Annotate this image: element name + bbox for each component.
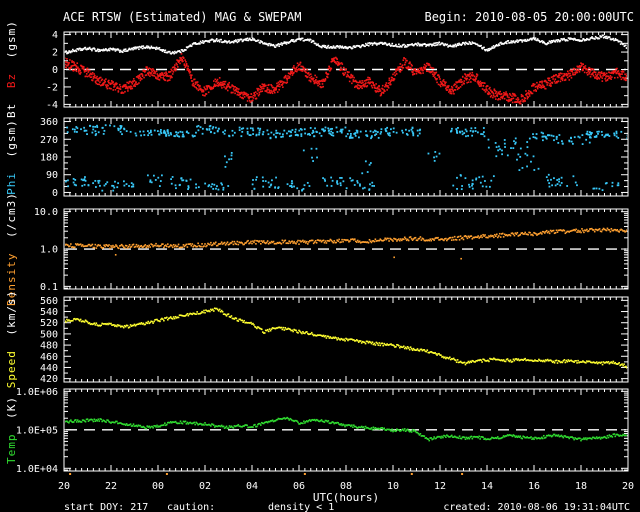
series-speed-points [65, 307, 627, 369]
series-phi-points [65, 124, 627, 192]
footer-caution-label: caution: [167, 502, 215, 512]
x-tick-label: 06 [293, 481, 305, 492]
y-axis-label-part: (gsm) [5, 119, 18, 157]
ace-rtsw-plot-window: ACE RTSW (Estimated) MAG & SWEPAM Begin:… [0, 0, 640, 512]
ace-rtsw-chart: ACE RTSW (Estimated) MAG & SWEPAM Begin:… [5, 10, 634, 512]
x-tick-label: 20 [58, 481, 70, 492]
y-axis-label-part: Bt [5, 103, 18, 118]
x-tick-label: 00 [152, 481, 164, 492]
y-axis-label-part: (gsm) [5, 20, 18, 58]
y-axis-label-part: Phi [5, 172, 18, 195]
y-tick-label: -2 [46, 82, 58, 93]
x-tick-label: 10 [387, 481, 399, 492]
footer-start-doy: start DOY: 217 [64, 502, 148, 512]
y-tick-label: 1.0E+06 [16, 387, 58, 398]
panel-temp: 1.0E+06 1.0E+05 1.0E+04 [16, 387, 629, 475]
panel-bt-bz: 4 2 0 -2 -4 [46, 30, 629, 111]
panel-frame [63, 117, 629, 197]
y-tick-label: 360 [40, 117, 58, 128]
y-tick-label: 90 [46, 170, 58, 181]
caution-mark-dot [461, 473, 464, 475]
y-axis-label-part: (km/s) [5, 290, 18, 336]
panel-density: 10.0 1.0 0.1 [34, 207, 629, 293]
y-tick-label: 1.0E+05 [16, 425, 58, 436]
y-axis-label-part: Temp [5, 434, 18, 465]
footer-caution-value: density < 1 [268, 502, 334, 512]
footer-created-timestamp: created: 2010-08-06 19:31:04UTC [443, 502, 630, 512]
y-tick-label: 500 [40, 329, 58, 340]
y-tick-label: 420 [40, 374, 58, 385]
y-tick-label: 440 [40, 363, 58, 374]
x-tick-label: 12 [434, 481, 446, 492]
y-tick-label: 10.0 [34, 207, 58, 218]
x-tick-label: 22 [105, 481, 117, 492]
y-tick-label: 480 [40, 341, 58, 352]
caution-mark-dot [165, 473, 168, 475]
page-title: ACE RTSW (Estimated) MAG & SWEPAM [63, 10, 301, 24]
y-axis-label-part: Bz [5, 73, 18, 88]
y-axis-label-phi: Phi (gsm) [5, 119, 18, 195]
y-axis-label-part: Speed [5, 350, 18, 388]
x-tick-label: 20 [622, 481, 634, 492]
y-axis-label-density: Density (/cm3) [5, 192, 18, 306]
x-tick-label: 18 [575, 481, 587, 492]
y-tick-label: 1.0 [40, 245, 58, 256]
y-axis-label-part: (/cm3) [5, 192, 18, 238]
y-axis-label-speed: Speed (km/s) [5, 290, 18, 389]
y-tick-label: 520 [40, 318, 58, 329]
x-tick-label: 02 [199, 481, 211, 492]
series-density-points [65, 227, 627, 260]
caution-marks [69, 473, 464, 475]
y-tick-label: 180 [40, 153, 58, 164]
y-tick-label: -4 [46, 100, 58, 111]
panel-ticks [64, 297, 628, 382]
y-tick-label: 1.0E+04 [16, 464, 58, 475]
x-tick-label: 16 [528, 481, 540, 492]
caution-mark-dot [410, 473, 413, 475]
panel-frame [63, 296, 629, 383]
y-tick-label: 0 [52, 65, 58, 76]
y-axis-label-part: (K) [5, 396, 18, 419]
x-tick-label: 14 [481, 481, 493, 492]
y-axis-label-bt-bz: Bt Bz (gsm) [5, 20, 18, 118]
panel-speed: 560540520500480460440420 [40, 296, 629, 385]
y-tick-label: 2 [52, 48, 58, 59]
x-tick-label: 04 [246, 481, 258, 492]
y-tick-label: 540 [40, 307, 58, 318]
panel-phi: 360 270 180 90 0 [40, 117, 629, 199]
panels-container: 420-2-436027018090010.01.00.156054052050… [16, 30, 634, 492]
series-bz-points [65, 53, 627, 105]
y-tick-label: 4 [52, 30, 58, 41]
caution-mark-dot [303, 473, 306, 475]
y-tick-label: 0 [52, 188, 58, 199]
y-tick-label: 0.1 [40, 282, 58, 293]
y-tick-label: 460 [40, 352, 58, 363]
begin-timestamp: Begin: 2010-08-05 20:00:00UTC [424, 10, 634, 24]
y-tick-label: 270 [40, 135, 58, 146]
y-tick-label: 560 [40, 296, 58, 307]
panel-ticks [64, 118, 628, 196]
caution-mark-dot [69, 473, 72, 475]
